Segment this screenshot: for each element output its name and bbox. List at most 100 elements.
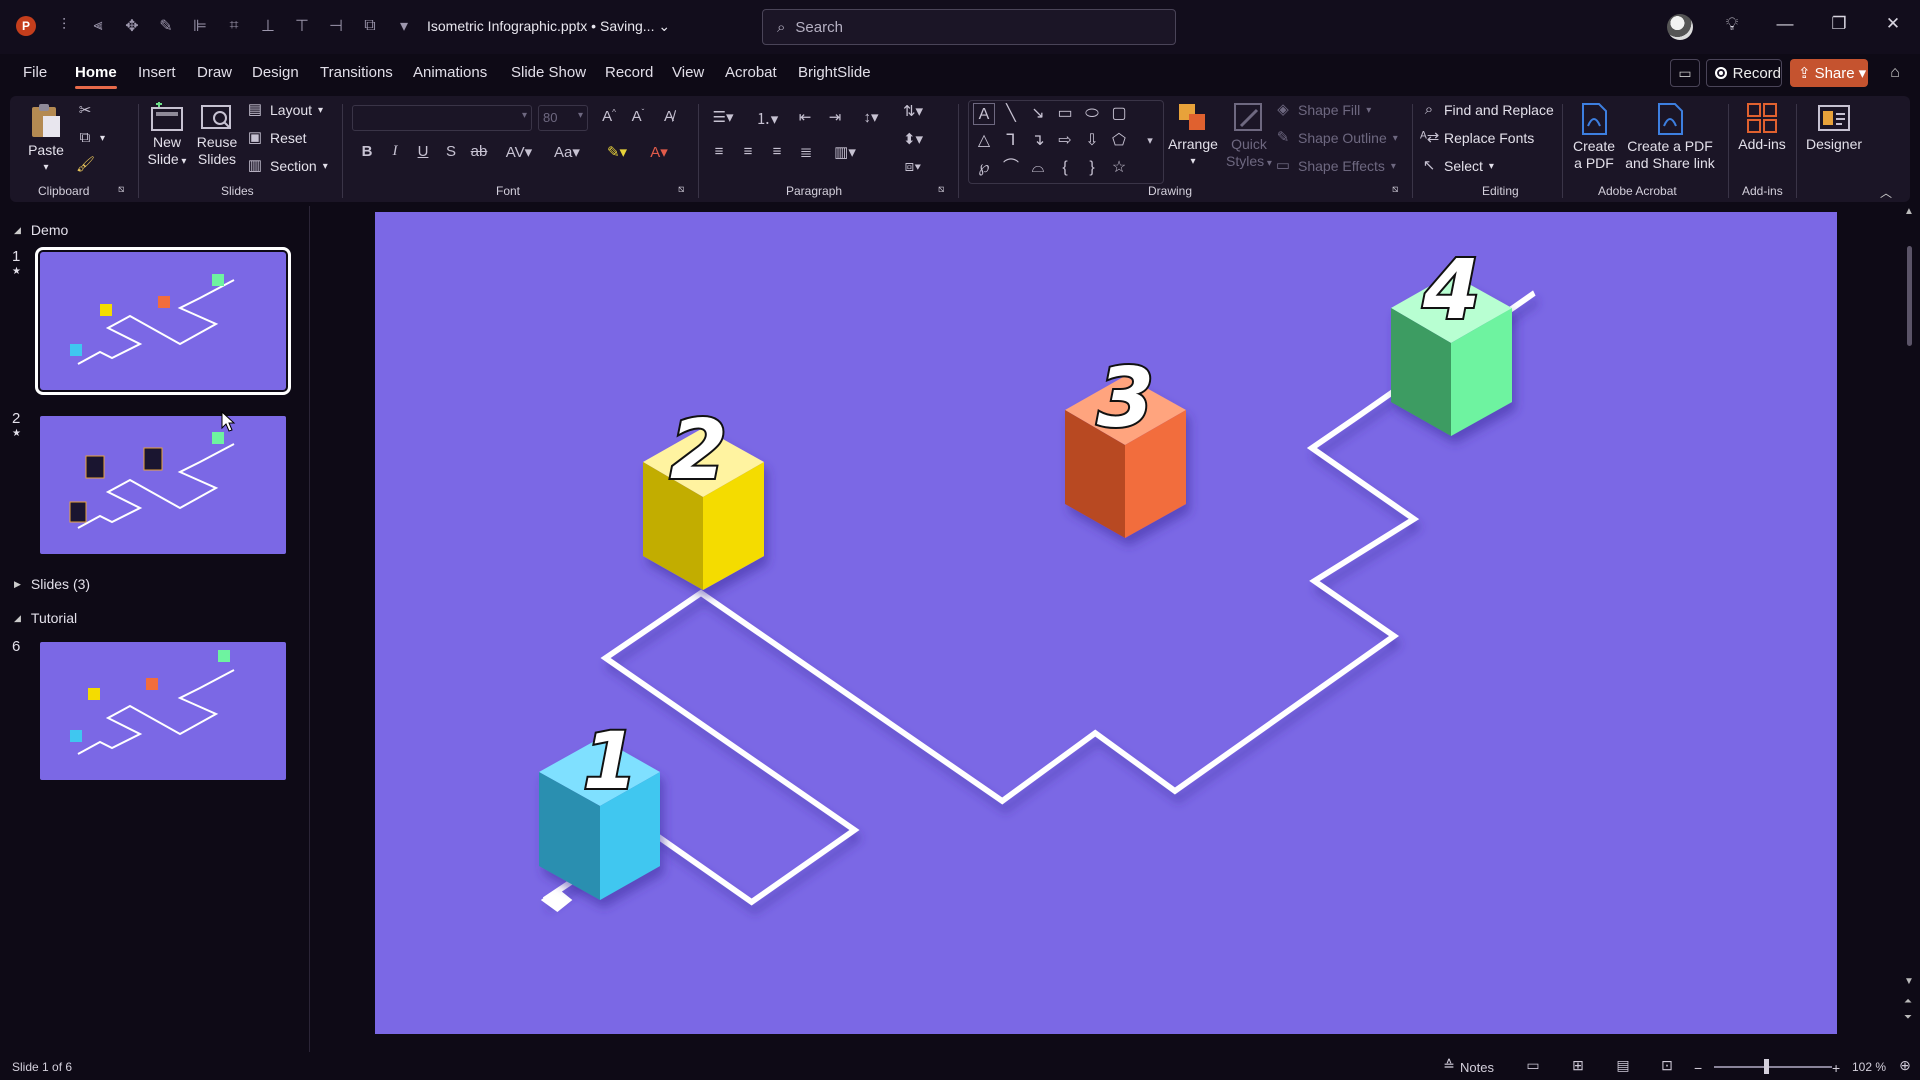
line-spacing-icon[interactable]: ↕▾ [854, 108, 888, 126]
tab-home[interactable]: Home [75, 64, 117, 89]
justify-icon[interactable]: ≣ [795, 143, 817, 161]
designer-button[interactable]: Designer [1802, 102, 1866, 153]
slide-sorter-icon[interactable]: ⊞ [1567, 1057, 1589, 1077]
align-icon[interactable]: ⫶ [52, 14, 76, 38]
elbow-arrow-icon[interactable]: ↴ [1027, 130, 1049, 152]
font-size-field[interactable]: 80 ▾ [538, 105, 588, 131]
group-icon[interactable]: ⧉ [358, 14, 382, 38]
right-arrow-icon[interactable]: ⇨ [1054, 130, 1076, 152]
replace-fonts-button[interactable]: ᴬ⇄ Replace Fonts [1420, 129, 1534, 147]
slide-thumbnail-6[interactable] [40, 642, 286, 780]
dialog-launcher-icon[interactable]: ⧅ [678, 184, 684, 195]
zoom-slider[interactable] [1714, 1066, 1832, 1068]
previous-slide-icon[interactable]: ⏶ [1904, 996, 1912, 1007]
rounded-rectangle-icon[interactable]: ▢ [1108, 103, 1130, 125]
notes-icon[interactable]: ≙ [1438, 1057, 1460, 1077]
move-icon[interactable]: ✥ [120, 14, 144, 38]
tab-file[interactable]: File [23, 64, 47, 81]
reuse-slides-button[interactable]: Reuse Slides [194, 102, 240, 168]
new-slide-button[interactable]: New Slide ▾ [144, 102, 190, 170]
text-direction-icon[interactable]: ⇅▾ [896, 102, 930, 120]
numbering-icon[interactable]: ⒈▾ [750, 108, 784, 129]
tab-record[interactable]: Record [605, 64, 653, 81]
clear-formatting-icon[interactable]: A̸ [658, 108, 680, 125]
shape-fill-button[interactable]: ◈ Shape Fill ▾ [1274, 101, 1371, 119]
shape-effects-button[interactable]: ▭ Shape Effects ▾ [1274, 157, 1396, 175]
decrease-indent-icon[interactable]: ⇤ [794, 108, 816, 126]
fit-to-window-icon[interactable]: ⊕ [1894, 1057, 1916, 1077]
more-shapes-icon[interactable]: ▾ [1139, 130, 1161, 152]
tab-transitions[interactable]: Transitions [320, 64, 393, 81]
cut-button[interactable]: ✂ [76, 102, 94, 120]
down-arrow-icon[interactable]: ⇩ [1081, 130, 1103, 152]
path-line[interactable] [542, 290, 1536, 906]
avatar[interactable] [1667, 14, 1693, 40]
align-left-icon[interactable]: ⊫ [188, 14, 212, 38]
bold-icon[interactable]: B [356, 143, 378, 160]
normal-view-icon[interactable]: ▭ [1522, 1057, 1544, 1077]
align-left-icon[interactable]: ≡ [708, 143, 730, 160]
arrange-button[interactable]: Arrange ▾ [1168, 102, 1218, 170]
align-text-icon[interactable]: ⬍▾ [896, 130, 930, 148]
right-brace-icon[interactable]: } [1081, 157, 1103, 179]
slide-thumbnail-2[interactable] [40, 416, 286, 554]
shape-outline-button[interactable]: ✎ Shape Outline ▾ [1274, 129, 1398, 147]
comments-button[interactable]: ▭ [1670, 59, 1700, 87]
customize-qat-icon[interactable]: ▾ [392, 14, 416, 38]
edit-points-icon[interactable]: ✎ [154, 14, 178, 38]
change-case-icon[interactable]: Aa▾ [550, 143, 584, 161]
record-button[interactable]: Record [1706, 59, 1782, 87]
step-number-4[interactable]: 4 [1420, 241, 1482, 340]
add-ins-button[interactable]: Add-ins [1732, 102, 1792, 153]
next-slide-icon[interactable]: ⏷ [1904, 1012, 1912, 1023]
create-pdf-button[interactable]: Create a PDF [1568, 102, 1620, 172]
section-tutorial[interactable]: ◢ Tutorial [14, 610, 77, 626]
tab-draw[interactable]: Draw [197, 64, 232, 81]
columns-icon[interactable]: ▥▾ [828, 143, 862, 161]
select-button[interactable]: ↖ Select ▾ [1420, 157, 1494, 175]
elbow-connector-icon[interactable]: ⅂ [1000, 130, 1022, 152]
tab-brightslide[interactable]: BrightSlide [798, 64, 871, 81]
font-color-icon[interactable]: A▾ [642, 143, 676, 161]
section-button[interactable]: ▥ Section ▾ [246, 157, 328, 175]
close-icon[interactable]: ✕ [1878, 14, 1908, 40]
align-right-icon[interactable]: ≡ [766, 143, 788, 160]
dialog-launcher-icon[interactable]: ⧅ [118, 184, 124, 195]
scroll-up-icon[interactable]: ▲ [1904, 206, 1914, 217]
text-box-icon[interactable]: A [973, 103, 995, 125]
notes-button[interactable]: Notes [1460, 1060, 1494, 1075]
distribute-icon[interactable]: ⫷ [86, 14, 110, 38]
zoom-in-icon[interactable]: + [1832, 1060, 1840, 1076]
format-painter-button[interactable]: 🖌︎ [76, 156, 95, 174]
zoom-out-icon[interactable]: − [1694, 1060, 1702, 1076]
step-number-2[interactable]: 2 [668, 401, 729, 500]
quick-styles-button[interactable]: Quick Styles ▾ [1224, 102, 1274, 172]
slide-canvas[interactable]: 1 2 3 4 [375, 212, 1837, 1034]
align-center-icon[interactable]: ≡ [737, 143, 759, 160]
bullets-icon[interactable]: ☰▾ [706, 108, 740, 126]
section-slides[interactable]: ▶ Slides (3) [14, 576, 90, 592]
arrow-line-icon[interactable]: ↘ [1027, 103, 1049, 125]
shadow-icon[interactable]: S [440, 143, 462, 160]
tab-acrobat[interactable]: Acrobat [725, 64, 777, 81]
coauthoring-icon[interactable]: ⌂ [1880, 59, 1910, 87]
arc-icon[interactable]: ⌓ [1027, 157, 1049, 179]
font-name-field[interactable]: ▾ [352, 105, 532, 131]
tab-animations[interactable]: Animations [413, 64, 487, 81]
tab-view[interactable]: View [672, 64, 704, 81]
create-pdf-share-button[interactable]: Create a PDF and Share link [1620, 102, 1720, 172]
grow-font-icon[interactable]: A^ [598, 108, 620, 125]
smartart-icon[interactable]: ⧈▾ [896, 158, 930, 175]
strikethrough-icon[interactable]: ab [468, 143, 490, 160]
dialog-launcher-icon[interactable]: ⧅ [938, 184, 944, 195]
vertical-scrollbar[interactable]: ▲ ▼ ⏶ ⏷ [1902, 206, 1916, 1032]
slide-thumbnail-1[interactable] [35, 247, 291, 395]
align-top-icon[interactable]: ⊤ [290, 14, 314, 38]
underline-icon[interactable]: U [412, 143, 434, 160]
align-right-icon[interactable]: ⊣ [324, 14, 348, 38]
oval-icon[interactable]: ⬭ [1081, 103, 1103, 125]
slideshow-view-icon[interactable]: ⊡ [1656, 1057, 1678, 1077]
shrink-font-icon[interactable]: Aˇ [627, 108, 649, 125]
dialog-launcher-icon[interactable]: ⧅ [1392, 184, 1398, 195]
star-icon[interactable]: ☆ [1108, 157, 1130, 179]
